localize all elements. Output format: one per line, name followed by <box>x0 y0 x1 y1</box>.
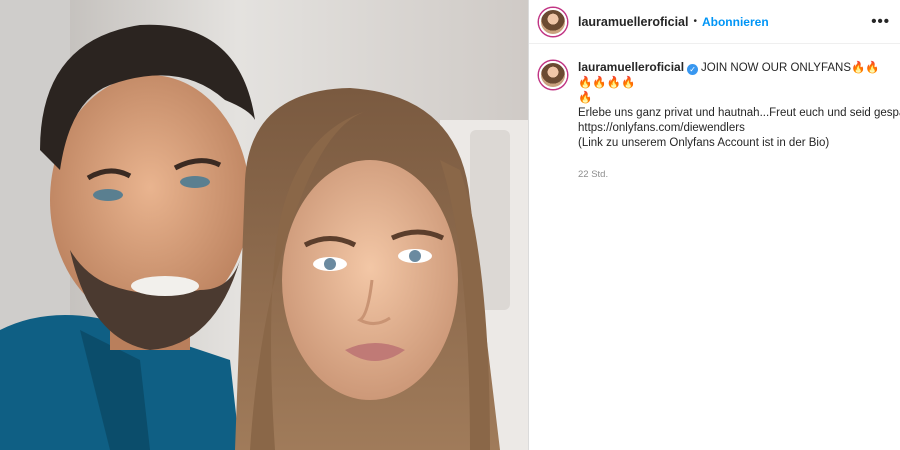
caption-link[interactable]: https://onlyfans.com/diewendlers <box>578 121 888 136</box>
header-separator: • <box>693 16 697 27</box>
caption-avatar[interactable] <box>539 61 567 89</box>
post-sidebar: lauramuelleroficial • Abonnieren ••• lau… <box>528 0 900 450</box>
caption-text: lauramuelleroficial ✓ JOIN NOW OUR ONLYFAN… <box>578 60 900 182</box>
selfie-photo <box>0 0 528 450</box>
caption: lauramuelleroficial ✓ JOIN NOW OUR ONLYFAN… <box>529 44 900 182</box>
follow-button[interactable]: Abonnieren <box>702 15 769 29</box>
more-options-icon[interactable]: ••• <box>871 13 890 30</box>
header-username[interactable]: lauramuelleroficial <box>578 15 688 29</box>
caption-line-1: Erlebe uns ganz privat und hautnah...Fre… <box>578 107 900 119</box>
avatar[interactable] <box>539 7 567 36</box>
post-timestamp[interactable]: 22 Std. <box>578 167 888 182</box>
caption-headline-tail: 🔥 <box>578 92 593 104</box>
caption-username[interactable]: lauramuelleroficial <box>578 60 684 74</box>
instagram-post: lauramuelleroficial • Abonnieren ••• lau… <box>0 0 900 450</box>
post-image[interactable] <box>0 0 528 450</box>
caption-line-3: (Link zu unserem Onlyfans Account ist in… <box>578 137 830 149</box>
verified-icon: ✓ <box>687 64 699 75</box>
post-header: lauramuelleroficial • Abonnieren ••• <box>529 0 900 44</box>
